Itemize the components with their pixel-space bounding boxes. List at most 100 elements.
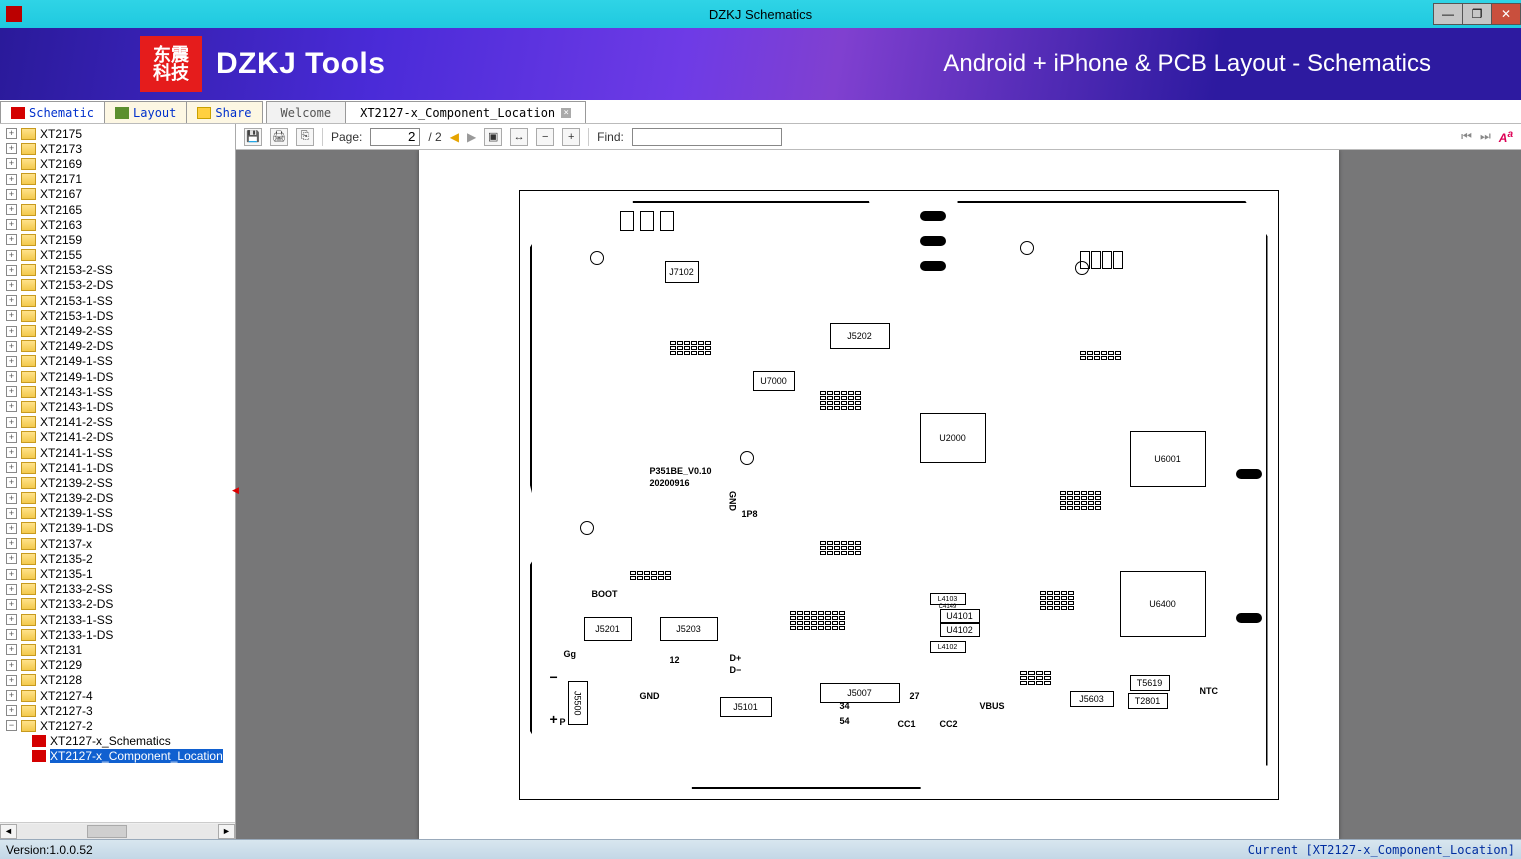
mode-tab-schematic[interactable]: Schematic [0, 101, 105, 123]
expand-icon[interactable] [6, 250, 17, 261]
tree-folder[interactable]: XT2153-1-SS [2, 293, 235, 308]
expand-icon[interactable] [6, 523, 17, 534]
tree-folder[interactable]: XT2143-1-DS [2, 399, 235, 414]
expand-icon[interactable] [6, 447, 17, 458]
expand-icon[interactable] [6, 143, 17, 154]
tree-folder[interactable]: XT2165 [2, 202, 235, 217]
tree-folder[interactable]: XT2143-1-SS [2, 384, 235, 399]
mode-tab-share[interactable]: Share [186, 101, 262, 123]
expand-icon[interactable] [6, 493, 17, 504]
tree-folder[interactable]: XT2155 [2, 248, 235, 263]
tree-folder[interactable]: XT2141-2-SS [2, 415, 235, 430]
next-page-button[interactable]: ▶ [467, 130, 476, 144]
tree-folder[interactable]: XT2169 [2, 156, 235, 171]
expand-icon[interactable] [6, 629, 17, 640]
expand-icon[interactable] [6, 265, 17, 276]
minimize-button[interactable]: — [1433, 3, 1463, 25]
save-icon[interactable]: 💾 [244, 128, 262, 146]
tree-folder[interactable]: XT2153-2-SS [2, 263, 235, 278]
expand-icon[interactable] [6, 189, 17, 200]
tree-folder[interactable]: XT2149-1-SS [2, 354, 235, 369]
expand-icon[interactable] [6, 158, 17, 169]
file-tree[interactable]: XT2175XT2173XT2169XT2171XT2167XT2165XT21… [0, 124, 235, 822]
expand-icon[interactable] [6, 128, 17, 139]
expand-icon[interactable] [6, 553, 17, 564]
find-next-icon[interactable]: ⏭ [1480, 129, 1491, 144]
splitter-handle[interactable] [232, 482, 238, 492]
tree-file[interactable]: XT2127-x_Schematics [2, 734, 235, 749]
tree-folder[interactable]: XT2133-1-SS [2, 612, 235, 627]
text-style-icon[interactable]: Aa [1499, 129, 1513, 145]
scroll-left-button[interactable]: ◄ [0, 824, 17, 839]
canvas[interactable]: P351BE_V0.10 20200916 GND 1P8 BOOT Gg − … [236, 150, 1521, 839]
tree-folder[interactable]: XT2141-1-SS [2, 445, 235, 460]
expand-icon[interactable] [6, 538, 17, 549]
tree-folder[interactable]: XT2127-2 [2, 718, 235, 733]
tree-folder[interactable]: XT2175 [2, 126, 235, 141]
tree-folder[interactable]: XT2128 [2, 673, 235, 688]
tree-folder[interactable]: XT2133-1-DS [2, 627, 235, 642]
tree-folder[interactable]: XT2129 [2, 658, 235, 673]
scroll-thumb[interactable] [87, 825, 127, 838]
tree-folder[interactable]: XT2135-1 [2, 566, 235, 581]
tree-folder[interactable]: XT2133-2-SS [2, 582, 235, 597]
tree-folder[interactable]: XT2139-1-DS [2, 521, 235, 536]
find-prev-icon[interactable]: ⏮ [1461, 129, 1472, 144]
expand-icon[interactable] [6, 675, 17, 686]
close-tab-icon[interactable]: × [561, 108, 571, 118]
tree-folder[interactable]: XT2141-1-DS [2, 460, 235, 475]
tree-folder[interactable]: XT2149-2-SS [2, 323, 235, 338]
doc-tab-welcome[interactable]: Welcome [266, 101, 347, 123]
expand-icon[interactable] [6, 705, 17, 716]
expand-icon[interactable] [6, 310, 17, 321]
expand-icon[interactable] [6, 569, 17, 580]
scroll-track[interactable] [17, 824, 218, 839]
tree-folder[interactable]: XT2139-2-SS [2, 475, 235, 490]
copy-icon[interactable]: ⎘ [296, 128, 314, 146]
tree-folder[interactable]: XT2173 [2, 141, 235, 156]
expand-icon[interactable] [6, 341, 17, 352]
tree-folder[interactable]: XT2163 [2, 217, 235, 232]
tree-folder[interactable]: XT2149-2-DS [2, 339, 235, 354]
expand-icon[interactable] [6, 234, 17, 245]
zoom-in-icon[interactable]: + [562, 128, 580, 146]
expand-icon[interactable] [6, 508, 17, 519]
tree-folder[interactable]: XT2149-1-DS [2, 369, 235, 384]
tree-folder[interactable]: XT2127-3 [2, 703, 235, 718]
expand-icon[interactable] [6, 356, 17, 367]
tree-folder[interactable]: XT2141-2-DS [2, 430, 235, 445]
tree-folder[interactable]: XT2167 [2, 187, 235, 202]
tree-folder[interactable]: XT2137-x [2, 536, 235, 551]
doc-tab-xt2127[interactable]: XT2127-x_Component_Location× [345, 101, 586, 123]
expand-icon[interactable] [6, 690, 17, 701]
tree-folder[interactable]: XT2171 [2, 172, 235, 187]
tree-folder[interactable]: XT2153-2-DS [2, 278, 235, 293]
expand-icon[interactable] [6, 280, 17, 291]
expand-icon[interactable] [6, 371, 17, 382]
expand-icon[interactable] [6, 599, 17, 610]
mode-tab-layout[interactable]: Layout [104, 101, 187, 123]
tree-file[interactable]: XT2127-x_Component_Location [2, 749, 235, 764]
tree-folder[interactable]: XT2127-4 [2, 688, 235, 703]
tree-folder[interactable]: XT2135-2 [2, 551, 235, 566]
fit-width-icon[interactable]: ↔ [510, 128, 528, 146]
expand-icon[interactable] [6, 584, 17, 595]
tree-folder[interactable]: XT2133-2-DS [2, 597, 235, 612]
expand-icon[interactable] [6, 174, 17, 185]
prev-page-button[interactable]: ◀ [450, 130, 459, 144]
expand-icon[interactable] [6, 386, 17, 397]
expand-icon[interactable] [6, 614, 17, 625]
tree-folder[interactable]: XT2159 [2, 232, 235, 247]
maximize-button[interactable]: ❐ [1462, 3, 1492, 25]
expand-icon[interactable] [6, 462, 17, 473]
expand-icon[interactable] [6, 401, 17, 412]
scroll-right-button[interactable]: ► [218, 824, 235, 839]
sidebar-hscrollbar[interactable]: ◄ ► [0, 822, 235, 839]
expand-icon[interactable] [6, 219, 17, 230]
tree-folder[interactable]: XT2131 [2, 642, 235, 657]
find-input[interactable] [632, 128, 782, 146]
print-icon[interactable]: 🖨 [270, 128, 288, 146]
expand-icon[interactable] [6, 204, 17, 215]
zoom-out-icon[interactable]: − [536, 128, 554, 146]
expand-icon[interactable] [6, 477, 17, 488]
